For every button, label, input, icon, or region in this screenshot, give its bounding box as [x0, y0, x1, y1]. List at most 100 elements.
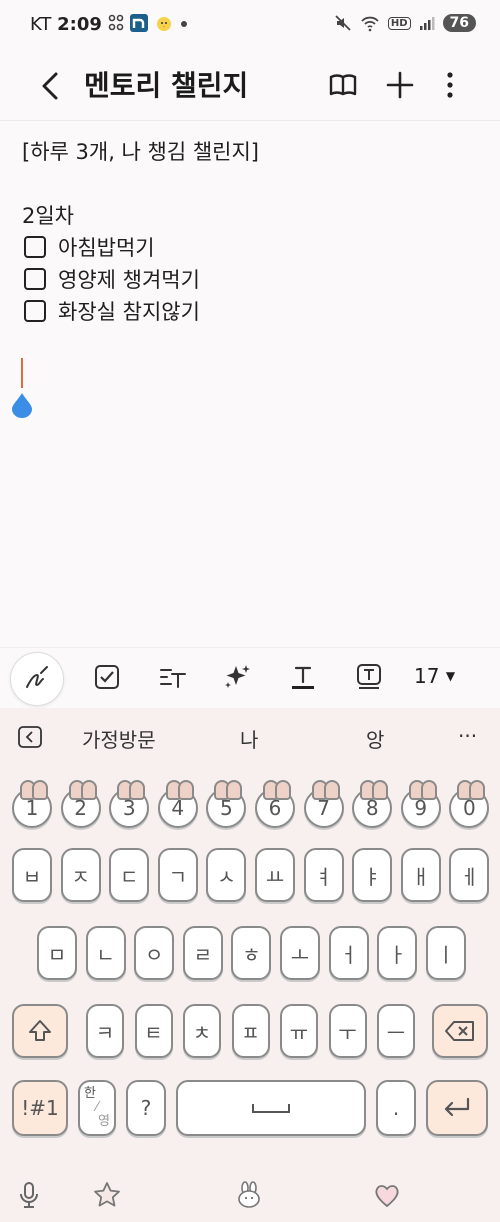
backspace-key[interactable] [432, 1004, 488, 1058]
letter-key[interactable]: ㅜ [328, 1004, 367, 1058]
number-key[interactable]: 0 [449, 780, 490, 828]
format-toolbar: 17 ▼ [0, 647, 500, 708]
letter-key[interactable]: ㅇ [134, 926, 175, 980]
dots-app-icon [108, 14, 124, 31]
more-options-icon[interactable] [433, 68, 467, 102]
space-key[interactable] [176, 1080, 366, 1136]
shift-arrow-icon [29, 1020, 51, 1041]
letter-key[interactable]: ㅍ [231, 1004, 270, 1058]
letter-key[interactable]: ㅐ [400, 848, 441, 902]
number-key[interactable]: 5 [206, 780, 247, 828]
number-key-label: 5 [220, 796, 233, 820]
title-bar: 멘토리 챌린지 [0, 52, 500, 121]
checklist-item-text: 화장실 참지않기 [58, 300, 200, 324]
mute-icon [335, 15, 351, 31]
lang-korean-label: 한 [84, 1086, 96, 1101]
number-key-label: 9 [414, 796, 428, 820]
clock: 2:09 [57, 14, 102, 35]
number-key[interactable]: 2 [60, 780, 101, 828]
number-key[interactable]: 9 [400, 780, 441, 828]
checklist-item-text: 아침밥먹기 [58, 236, 155, 260]
letter-key[interactable]: ㅂ [12, 848, 52, 902]
letter-key[interactable]: ㅈ [60, 848, 101, 902]
letter-key[interactable]: ㅌ [134, 1004, 173, 1058]
n-app-icon [130, 14, 148, 32]
letter-key[interactable]: ㅣ [425, 926, 466, 980]
letter-key[interactable]: ㅊ [183, 1004, 221, 1058]
number-key-label: 0 [463, 796, 476, 820]
number-key[interactable]: 4 [157, 780, 198, 828]
bunny-emoji-icon[interactable] [234, 1180, 264, 1210]
shift-key[interactable] [12, 1004, 68, 1058]
letter-key[interactable]: ㅗ [280, 926, 320, 980]
number-key[interactable]: 8 [352, 780, 393, 828]
text-highlight-icon[interactable] [354, 662, 384, 692]
font-size-dropdown[interactable]: 17 ▼ [414, 664, 455, 688]
checkbox[interactable] [24, 268, 46, 290]
letter-key[interactable]: ㄱ [157, 848, 198, 902]
more-notifications-dot-icon [181, 21, 187, 27]
chick-app-icon [157, 17, 171, 31]
notification-icons [108, 14, 188, 32]
keyboard-bottom-bar [0, 1172, 500, 1222]
letter-key[interactable]: ㄴ [85, 926, 126, 980]
letter-key[interactable]: ㅁ [37, 926, 77, 980]
letter-key[interactable]: ㅏ [377, 926, 418, 980]
letter-key[interactable]: ㅠ [280, 1004, 318, 1058]
number-key[interactable]: 3 [109, 780, 150, 828]
number-key-label: 1 [25, 796, 39, 820]
symbols-key[interactable]: !#1 [12, 1080, 68, 1136]
star-icon[interactable] [92, 1180, 122, 1210]
font-size-value: 17 [414, 664, 440, 688]
checkbox[interactable] [24, 236, 46, 258]
language-switch-key[interactable]: 한 ⁄ 영 [78, 1080, 116, 1136]
text-color-icon[interactable] [288, 662, 318, 692]
letter-key[interactable]: ㄹ [182, 926, 223, 980]
letter-key[interactable]: ㅡ [377, 1004, 415, 1058]
more-suggestions[interactable]: ··· [458, 724, 477, 748]
question-key[interactable]: ? [126, 1080, 166, 1136]
add-icon[interactable] [383, 68, 417, 102]
letter-key[interactable]: ㅔ [449, 848, 490, 902]
handwriting-button[interactable] [10, 652, 64, 706]
number-key-label: 4 [171, 796, 185, 820]
battery-indicator: 76 [442, 14, 476, 32]
period-key[interactable]: . [376, 1080, 416, 1136]
letter-key[interactable]: ㄷ [109, 848, 150, 902]
letter-key[interactable]: ㅕ [303, 848, 344, 902]
letter-key[interactable]: ㅛ [255, 848, 295, 902]
enter-key[interactable] [426, 1080, 488, 1136]
enter-icon [444, 1097, 470, 1117]
book-view-icon[interactable] [326, 68, 360, 102]
heart-icon[interactable] [372, 1180, 402, 1210]
lang-english-label: 영 [98, 1114, 110, 1129]
letter-key[interactable]: ㅑ [352, 848, 393, 902]
cursor-handle-icon[interactable] [11, 392, 33, 418]
status-bar: KT 2:09 HD 76 [0, 0, 500, 52]
text-cursor [21, 358, 23, 388]
carrier-label: KT [30, 14, 52, 35]
microphone-icon[interactable] [14, 1180, 44, 1210]
suggestion-3[interactable]: 앙 [366, 724, 384, 753]
number-key[interactable]: 1 [12, 780, 52, 828]
wifi-icon [361, 16, 379, 32]
back-arrow-icon[interactable] [34, 66, 68, 106]
number-key[interactable]: 6 [255, 780, 295, 828]
note-body[interactable]: [하루 3개, 나 챙김 챌린지] 2일차 아침밥먹기 영양제 챙겨먹기 화장실… [22, 136, 259, 328]
number-key-label: 6 [268, 796, 282, 820]
suggestion-2[interactable]: 나 [240, 724, 258, 753]
letter-key[interactable]: ㅅ [206, 848, 247, 902]
number-key-label: 7 [317, 796, 330, 820]
carrier-time: KT 2:09 [30, 14, 102, 35]
number-key[interactable]: 7 [303, 780, 344, 828]
text-style-icon[interactable] [158, 662, 188, 692]
checkbox-tool-icon[interactable] [92, 662, 122, 692]
keyboard-menu-icon[interactable] [18, 726, 44, 748]
letter-key[interactable]: ㅓ [328, 926, 369, 980]
checklist-item-text: 영양제 챙겨먹기 [58, 268, 200, 292]
ai-sparkle-icon[interactable] [222, 662, 252, 692]
letter-key[interactable]: ㅎ [231, 926, 272, 980]
suggestion-1[interactable]: 가정방문 [82, 724, 156, 753]
letter-key[interactable]: ㅋ [86, 1004, 124, 1058]
checkbox[interactable] [24, 300, 46, 322]
